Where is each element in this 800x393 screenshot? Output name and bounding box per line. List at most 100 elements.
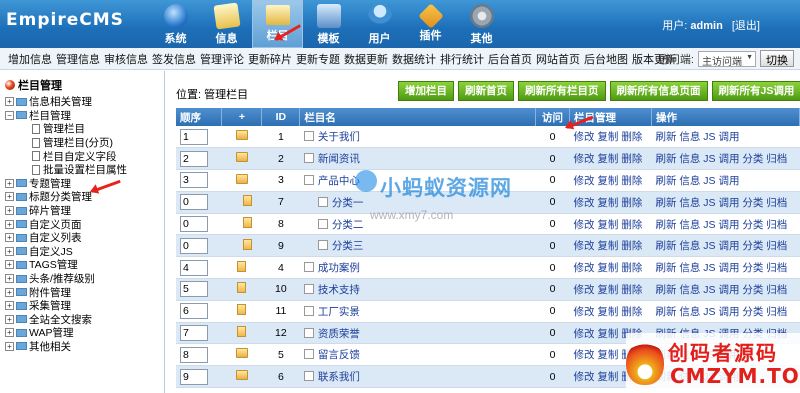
sidebar-item[interactable]: + 自定义列表 (5, 231, 164, 245)
column-name-link[interactable]: 技术支持 (318, 284, 360, 296)
menubar-link[interactable]: 排行统计 (440, 51, 484, 67)
row-checkbox[interactable] (303, 131, 314, 142)
column-name-link[interactable]: 工厂实景 (318, 306, 360, 318)
expand-icon[interactable]: + (5, 178, 14, 188)
expand-icon[interactable]: + (5, 301, 14, 311)
sidebar-item[interactable]: 批量设置栏目属性 (5, 163, 164, 177)
column-name-link[interactable]: 成功案例 (318, 262, 360, 274)
row-checkbox[interactable] (317, 196, 328, 207)
expand-icon[interactable]: + (5, 274, 14, 284)
row-checkbox[interactable] (303, 327, 314, 338)
expand-icon[interactable]: + (5, 233, 14, 243)
menubar-link[interactable]: 数据更新 (344, 51, 388, 67)
column-name-link[interactable]: 新闻资讯 (318, 153, 360, 165)
expand-icon[interactable]: + (5, 341, 14, 351)
switch-button[interactable]: 切换 (760, 50, 794, 67)
order-input[interactable]: 0 (180, 237, 208, 254)
file-icon[interactable] (243, 195, 253, 207)
expand-icon[interactable]: + (5, 328, 14, 338)
file-icon[interactable] (243, 238, 253, 250)
column-name-link[interactable]: 产品中心 (318, 175, 360, 187)
sidebar-item[interactable]: + 信息相关管理 (5, 95, 164, 109)
menubar-link[interactable]: 更新碎片 (248, 51, 292, 67)
expand-icon[interactable]: + (5, 97, 14, 107)
operation-links[interactable]: 刷新 信息 JS 调用 (651, 169, 800, 192)
row-checkbox[interactable] (303, 174, 314, 185)
folder-icon[interactable] (235, 173, 248, 184)
order-input[interactable]: 1 (180, 128, 208, 145)
logout-link[interactable]: [退出] (732, 20, 760, 32)
row-checkbox[interactable] (317, 240, 328, 251)
action-button[interactable]: 刷新首页 (458, 81, 514, 101)
operation-links[interactable]: 刷新 信息 JS 调用 分类 归档 (651, 234, 800, 258)
nav-item-4[interactable]: 用户 (354, 0, 405, 48)
order-input[interactable]: 8 (180, 346, 208, 363)
operation-links[interactable]: 刷新 信息 JS 调用 分类 归档 (651, 147, 800, 171)
order-input[interactable]: 6 (180, 303, 208, 320)
sidebar-item[interactable]: − 栏目管理 (5, 109, 164, 123)
menubar-link[interactable]: 后台地图 (584, 51, 628, 67)
column-name-link[interactable]: 分类三 (332, 240, 364, 252)
nav-item-5[interactable]: 插件 (405, 0, 456, 48)
expand-icon[interactable]: + (5, 287, 14, 297)
action-button[interactable]: 刷新所有栏目页 (518, 81, 606, 101)
manage-links[interactable]: 修改 复制 删除 (569, 300, 652, 323)
row-checkbox[interactable] (303, 153, 314, 164)
sidebar-item[interactable]: 管理栏目 (5, 122, 164, 136)
file-icon[interactable] (237, 282, 247, 294)
nav-item-1[interactable]: 信息 (201, 0, 252, 48)
column-name-link[interactable]: 留言反馈 (318, 349, 360, 361)
row-checkbox[interactable] (317, 218, 328, 229)
manage-links[interactable]: 修改 复制 删除 (569, 147, 652, 171)
sidebar-item[interactable]: + 附件管理 (5, 285, 164, 299)
order-input[interactable]: 9 (180, 368, 208, 385)
sidebar-item[interactable]: + TAGS管理 (5, 258, 164, 272)
row-checkbox[interactable] (303, 349, 314, 360)
order-input[interactable]: 3 (180, 172, 208, 189)
operation-links[interactable]: 刷新 信息 JS 调用 分类 归档 (651, 191, 800, 214)
manage-links[interactable]: 修改 复制 删除 (569, 256, 652, 280)
manage-links[interactable]: 修改 复制 删除 (569, 213, 652, 236)
sidebar-item[interactable]: + 采集管理 (5, 299, 164, 313)
menubar-link[interactable]: 管理评论 (200, 51, 244, 67)
operation-links[interactable]: 刷新 信息 JS 调用 分类 归档 (651, 278, 800, 301)
sidebar-item[interactable]: + 自定义JS (5, 245, 164, 259)
sidebar-item[interactable]: + 头条/推荐级别 (5, 272, 164, 286)
manage-links[interactable]: 修改 复制 删除 (569, 191, 652, 214)
column-name-link[interactable]: 关于我们 (318, 131, 360, 143)
folder-icon[interactable] (235, 370, 248, 381)
menubar-link[interactable]: 更新专题 (296, 51, 340, 67)
column-name-link[interactable]: 联系我们 (318, 371, 360, 383)
order-input[interactable]: 7 (180, 325, 208, 342)
nav-item-0[interactable]: 系统 (150, 0, 201, 48)
action-button[interactable]: 增加栏目 (398, 81, 454, 101)
sidebar-item[interactable]: + 碎片管理 (5, 204, 164, 218)
row-checkbox[interactable] (303, 262, 314, 273)
expand-icon[interactable]: + (5, 219, 14, 229)
sidebar-item[interactable]: + 自定义页面 (5, 217, 164, 231)
folder-icon[interactable] (235, 348, 248, 359)
row-checkbox[interactable] (303, 283, 314, 294)
empirecms-logo[interactable]: EmpireCMS (6, 10, 124, 30)
file-icon[interactable] (237, 326, 247, 338)
file-icon[interactable] (237, 260, 247, 272)
sidebar-item[interactable]: 栏目自定义字段 (5, 149, 164, 163)
expand-icon[interactable]: + (5, 192, 14, 202)
visitor-select[interactable]: 主访问端 (698, 50, 756, 68)
menubar-link[interactable]: 审核信息 (104, 51, 148, 67)
order-input[interactable]: 0 (180, 194, 208, 211)
sidebar-item[interactable]: + 专题管理 (5, 177, 164, 191)
operation-links[interactable]: 刷新 信息 JS 调用 (651, 126, 800, 149)
sidebar-item[interactable]: + 其他相关 (5, 340, 164, 354)
order-input[interactable]: 4 (180, 259, 208, 276)
manage-links[interactable]: 修改 复制 删除 (569, 234, 652, 258)
expand-icon[interactable]: + (5, 314, 14, 324)
column-header[interactable]: + (221, 108, 263, 126)
column-name-link[interactable]: 分类二 (332, 219, 364, 231)
expand-icon[interactable]: + (5, 206, 14, 216)
manage-links[interactable]: 修改 复制 删除 (569, 126, 652, 149)
nav-item-6[interactable]: 其他 (456, 0, 507, 48)
collapse-icon[interactable]: − (5, 110, 14, 120)
expand-icon[interactable]: + (5, 246, 14, 256)
sidebar-item[interactable]: + 全站全文搜索 (5, 313, 164, 327)
